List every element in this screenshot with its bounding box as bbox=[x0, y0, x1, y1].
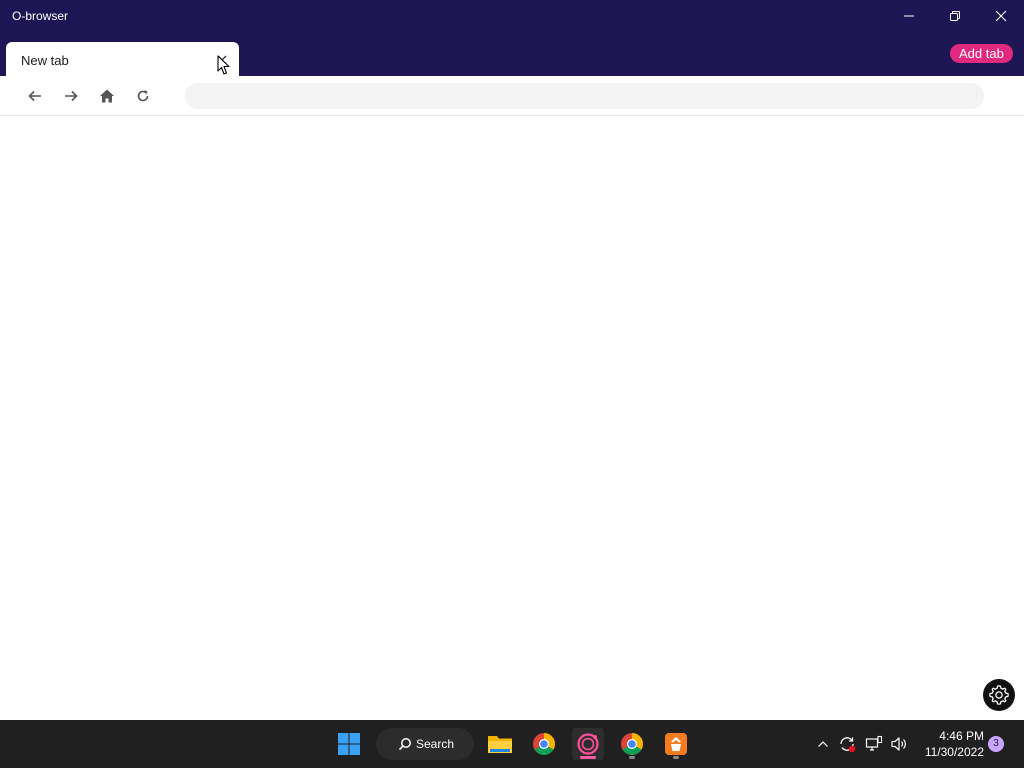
taskbar-app-chrome-2[interactable] bbox=[616, 728, 648, 760]
restore-button[interactable] bbox=[932, 0, 978, 32]
running-app-indicator bbox=[629, 756, 635, 759]
taskbar-app-chrome[interactable] bbox=[528, 728, 560, 760]
close-button[interactable] bbox=[978, 0, 1024, 32]
home-icon bbox=[100, 89, 114, 103]
mouse-cursor-icon bbox=[217, 55, 230, 75]
restore-icon bbox=[950, 11, 960, 21]
navigation-toolbar bbox=[0, 76, 1024, 116]
search-label: Search bbox=[416, 737, 455, 751]
show-hidden-icons-button[interactable] bbox=[813, 734, 833, 754]
chrome-icon bbox=[621, 733, 643, 755]
minimize-button[interactable] bbox=[886, 0, 932, 32]
running-app-indicator bbox=[673, 756, 679, 759]
network-button[interactable] bbox=[864, 734, 884, 754]
page-content bbox=[0, 117, 1024, 720]
taskbar-app-other[interactable] bbox=[660, 728, 692, 760]
back-arrow-icon bbox=[28, 90, 41, 102]
reload-button[interactable] bbox=[132, 85, 154, 107]
tab-new-tab[interactable]: New tab bbox=[6, 42, 239, 76]
volume-icon bbox=[891, 737, 906, 751]
forward-arrow-icon bbox=[65, 90, 78, 102]
network-icon bbox=[865, 735, 883, 751]
tab-label: New tab bbox=[21, 53, 69, 68]
sync-status-button[interactable] bbox=[837, 734, 857, 754]
clock-date: 11/30/2022 bbox=[924, 745, 984, 759]
sync-icon bbox=[840, 737, 856, 753]
file-explorer-icon bbox=[488, 736, 512, 753]
taskbar-app-o-browser[interactable] bbox=[572, 728, 604, 760]
notification-count-badge[interactable]: 3 bbox=[988, 736, 1004, 752]
windows-start-icon bbox=[338, 733, 360, 755]
gear-icon bbox=[989, 685, 1009, 705]
home-button[interactable] bbox=[96, 85, 118, 107]
taskbar: Search 4:46 PM 11/30/2022 3 bbox=[0, 720, 1024, 768]
volume-button[interactable] bbox=[889, 734, 909, 754]
o-browser-icon bbox=[577, 733, 599, 755]
add-tab-button[interactable]: Add tab bbox=[950, 44, 1013, 63]
minimize-icon bbox=[904, 15, 914, 17]
address-bar[interactable] bbox=[185, 83, 984, 109]
clock-time: 4:46 PM bbox=[939, 729, 984, 743]
title-bar: O-browser New tab Add tab bbox=[0, 0, 1024, 76]
app-icon bbox=[665, 733, 687, 755]
back-button[interactable] bbox=[24, 85, 46, 107]
settings-button[interactable] bbox=[983, 679, 1015, 711]
taskbar-clock[interactable]: 4:46 PM 11/30/2022 bbox=[918, 728, 984, 760]
active-app-indicator bbox=[580, 756, 596, 759]
forward-button[interactable] bbox=[60, 85, 82, 107]
taskbar-app-file-explorer[interactable] bbox=[484, 728, 516, 760]
app-title: O-browser bbox=[12, 9, 69, 23]
reload-icon bbox=[137, 90, 149, 102]
search-icon bbox=[398, 738, 411, 751]
chevron-up-icon bbox=[818, 741, 828, 747]
close-icon bbox=[995, 10, 1007, 22]
start-button[interactable] bbox=[333, 728, 365, 760]
chrome-icon bbox=[533, 733, 555, 755]
taskbar-search[interactable]: Search bbox=[376, 728, 474, 760]
